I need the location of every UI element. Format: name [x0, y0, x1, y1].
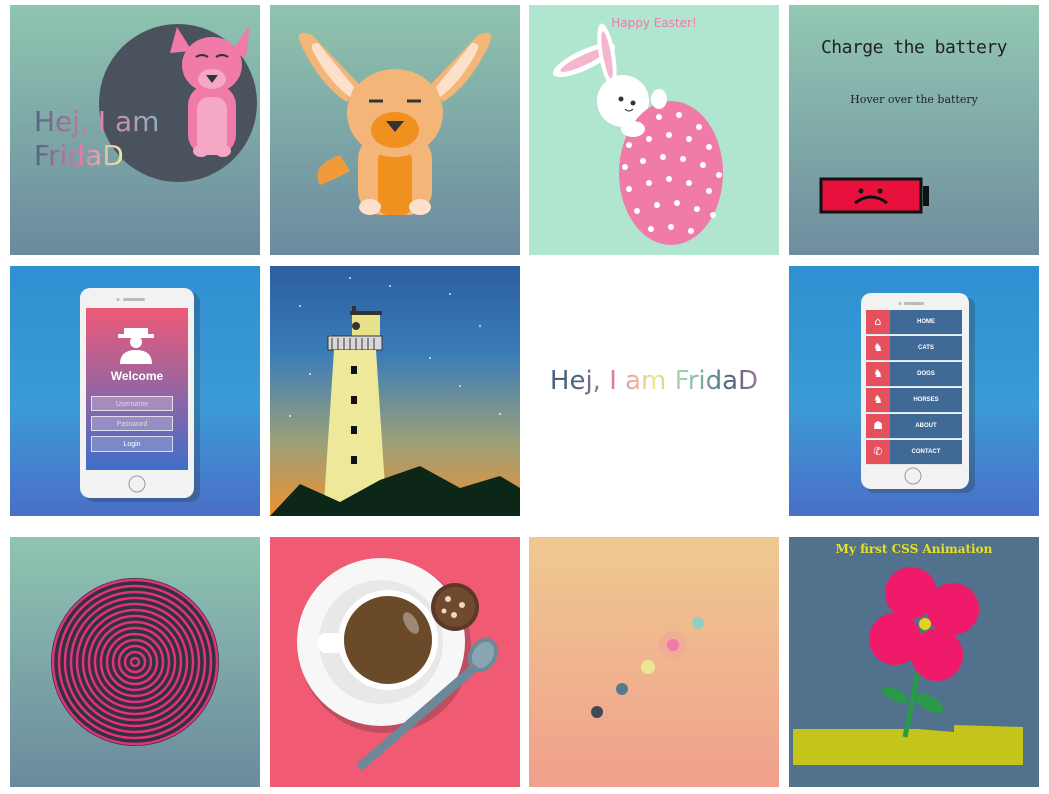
coffee-cup-illustration: [297, 558, 499, 770]
login-button[interactable]: Login: [91, 436, 173, 452]
menu-item-cats[interactable]: ♞ CATS: [866, 336, 962, 361]
menu-item-horses[interactable]: ♞ HORSES: [866, 388, 962, 413]
tile-fridad-dog[interactable]: Hej, I am FridaD: [10, 5, 260, 255]
lighthouse-illustration: [270, 277, 520, 516]
username-input[interactable]: Username: [91, 396, 173, 411]
concentric-circles-illustration: [51, 578, 219, 746]
bouncing-dots-illustration: [591, 617, 704, 718]
cat-icon: ♞: [866, 336, 890, 360]
tile-logo[interactable]: Hej, I am FridaD: [529, 266, 779, 516]
phone-icon: ✆: [866, 440, 890, 464]
tile-easter[interactable]: Happy Easter!: [529, 5, 779, 255]
tile-coffee[interactable]: [270, 537, 520, 787]
stars: [289, 277, 501, 417]
flower-illustration: [793, 567, 1023, 765]
tile-menu[interactable]: ⌂ HOME ♞ CATS ♞ DOGS ♞ HORSES ☗ ABOUT ✆ CONTAC…: [789, 266, 1039, 516]
orange-dog-illustration: [298, 32, 492, 215]
tile-login[interactable]: Welcome Username Password Login: [10, 266, 260, 516]
menu-item-dogs[interactable]: ♞ DOGS: [866, 362, 962, 387]
menu-item-home[interactable]: ⌂ HOME: [866, 310, 962, 335]
heading-line-1: Hej, I am: [34, 105, 160, 138]
dog-icon: ♞: [866, 362, 890, 386]
about-icon: ☗: [866, 414, 890, 438]
tile-lighthouse[interactable]: [270, 266, 520, 516]
logo-text: Hej, I am FridaD: [529, 366, 779, 396]
bunny-egg-illustration: [552, 23, 723, 245]
login-title: Welcome: [110, 369, 164, 383]
menu-item-contact[interactable]: ✆ CONTACT: [866, 440, 962, 465]
battery-icon[interactable]: [789, 5, 1039, 255]
menu-item-about[interactable]: ☗ ABOUT: [866, 414, 962, 439]
heading-line-2: FridaD: [34, 139, 159, 173]
home-icon: ⌂: [866, 310, 890, 334]
password-input[interactable]: Password: [91, 416, 173, 431]
tile-dots[interactable]: [529, 537, 779, 787]
tile-spiral[interactable]: [10, 537, 260, 787]
tile-flower[interactable]: My first CSS Animation: [789, 537, 1039, 787]
fridad-heading: Hej, I am FridaD: [34, 105, 159, 173]
tile-battery[interactable]: Charge the battery Hover over the batter…: [789, 5, 1039, 255]
horse-icon: ♞: [866, 388, 890, 412]
tile-orange-dog[interactable]: [270, 5, 520, 255]
phone-login-illustration: [80, 288, 200, 502]
